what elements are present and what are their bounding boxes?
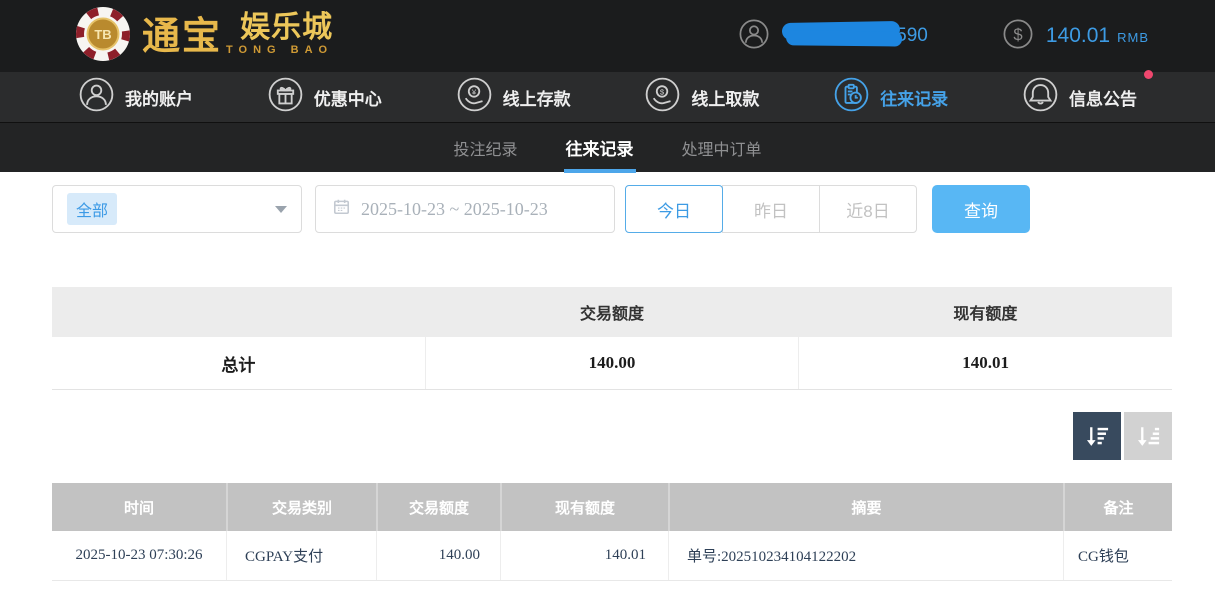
sub-nav: 投注纪录 往来记录 处理中订单 — [0, 122, 1215, 172]
col-type: 交易类别 — [226, 483, 376, 531]
nav-item-deposit[interactable]: ¥ 线上存款 — [456, 76, 571, 118]
col-note: 备注 — [1063, 483, 1172, 531]
summary-table-header: 交易额度 现有额度 — [52, 287, 1172, 337]
deposit-icon: ¥ — [456, 76, 493, 118]
col-time: 时间 — [52, 483, 226, 531]
brand-title-cn: 通宝 — [142, 18, 222, 56]
brand-subtitle-cn: 娱乐城 — [240, 13, 333, 43]
summary-transaction-amount: 140.00 — [425, 337, 799, 389]
svg-text:¥: ¥ — [471, 88, 476, 97]
selected-type-chip: 全部 — [67, 193, 117, 225]
sort-bar — [52, 412, 1172, 460]
record-time: 2025-10-23 07:30:26 — [52, 531, 226, 580]
wallet-balance[interactable]: $ 140.01 RMB — [1002, 18, 1149, 55]
record-row: 2025-10-23 07:30:26 CGPAY支付 140.00 140.0… — [52, 531, 1172, 581]
quick-range-yesterday[interactable]: 昨日 — [722, 185, 820, 233]
gift-icon — [267, 76, 304, 118]
record-summary: 单号:202510234104122202 — [668, 531, 1063, 580]
account-icon — [78, 76, 115, 118]
chevron-down-icon — [275, 206, 287, 213]
withdraw-icon: $ — [644, 76, 681, 118]
quick-range-last8days[interactable]: 近8日 — [819, 185, 917, 233]
nav-item-announcements[interactable]: 信息公告 — [1022, 76, 1137, 118]
nav-item-promotions[interactable]: 优惠中心 — [267, 76, 382, 118]
col-amount: 交易额度 — [376, 483, 500, 531]
sort-asc-icon[interactable] — [1124, 412, 1172, 460]
summary-col-transaction-amount: 交易额度 — [425, 287, 798, 337]
summary-col-empty — [52, 287, 425, 337]
svg-text:TB: TB — [94, 27, 111, 42]
date-range-value: 2025-10-23 ~ 2025-10-23 — [361, 199, 548, 220]
user-account-summary[interactable]: 590 — [738, 18, 928, 55]
summary-table: 交易额度 现有额度 总计 140.00 140.01 — [52, 287, 1172, 390]
records-table-header: 时间 交易类别 交易额度 现有额度 摘要 备注 — [52, 483, 1172, 531]
svg-text:$: $ — [1013, 25, 1022, 44]
filter-row: 全部 2025-10-23 ~ 2025-10-23 今日 昨日 近8日 — [52, 185, 1172, 233]
balance-amount: 140.01 — [1046, 24, 1110, 48]
brand-title-en: TONG BAO — [226, 45, 333, 56]
tab-betting-records[interactable]: 投注纪录 — [451, 123, 519, 173]
privacy-scribble — [782, 21, 900, 40]
col-summary: 摘要 — [668, 483, 1063, 531]
top-header: TB 通宝 娱乐城 TONG BAO 590 — [0, 0, 1215, 72]
notification-dot — [1144, 70, 1153, 79]
bell-icon — [1022, 76, 1059, 118]
date-range-input[interactable]: 2025-10-23 ~ 2025-10-23 — [315, 185, 615, 233]
brand-logo[interactable]: TB 通宝 娱乐城 TONG BAO — [74, 5, 333, 68]
sort-desc-icon[interactable] — [1073, 412, 1121, 460]
dollar-icon: $ — [1002, 18, 1034, 55]
casino-chip-icon: TB — [74, 5, 132, 68]
summary-total-row: 总计 140.00 140.01 — [52, 337, 1172, 390]
balance-currency: RMB — [1117, 30, 1149, 45]
main-nav: 我的账户 优惠中心 ¥ 线上存款 — [0, 72, 1215, 122]
record-note: CG钱包 — [1063, 531, 1172, 580]
nav-item-withdraw[interactable]: $ 线上取款 — [644, 76, 759, 118]
username-masked: 590 — [782, 19, 928, 53]
user-icon — [738, 18, 770, 55]
nav-item-records[interactable]: 往来记录 — [833, 76, 948, 118]
record-amount: 140.00 — [376, 531, 500, 580]
summary-current-amount: 140.01 — [798, 337, 1172, 389]
tab-processing-orders[interactable]: 处理中订单 — [680, 123, 764, 173]
records-table: 时间 交易类别 交易额度 现有额度 摘要 备注 2025-10-23 07:30… — [52, 483, 1172, 581]
summary-col-current-amount: 现有额度 — [799, 287, 1172, 337]
tab-transaction-records[interactable]: 往来记录 — [564, 123, 636, 173]
nav-item-my-account[interactable]: 我的账户 — [78, 76, 193, 118]
search-button[interactable]: 查询 — [932, 185, 1030, 233]
record-balance: 140.01 — [500, 531, 668, 580]
record-type: CGPAY支付 — [226, 531, 376, 580]
col-balance: 现有额度 — [500, 483, 668, 531]
content-area: 全部 2025-10-23 ~ 2025-10-23 今日 昨日 近8日 — [0, 172, 1215, 581]
calendar-icon — [332, 197, 351, 221]
quick-range-today[interactable]: 今日 — [625, 185, 723, 233]
transaction-type-select[interactable]: 全部 — [52, 185, 302, 233]
active-tab-underline — [564, 169, 636, 173]
summary-total-label: 总计 — [52, 337, 425, 389]
svg-text:$: $ — [660, 88, 665, 97]
quick-range-group: 今日 昨日 近8日 — [625, 185, 917, 233]
records-icon — [833, 76, 870, 118]
